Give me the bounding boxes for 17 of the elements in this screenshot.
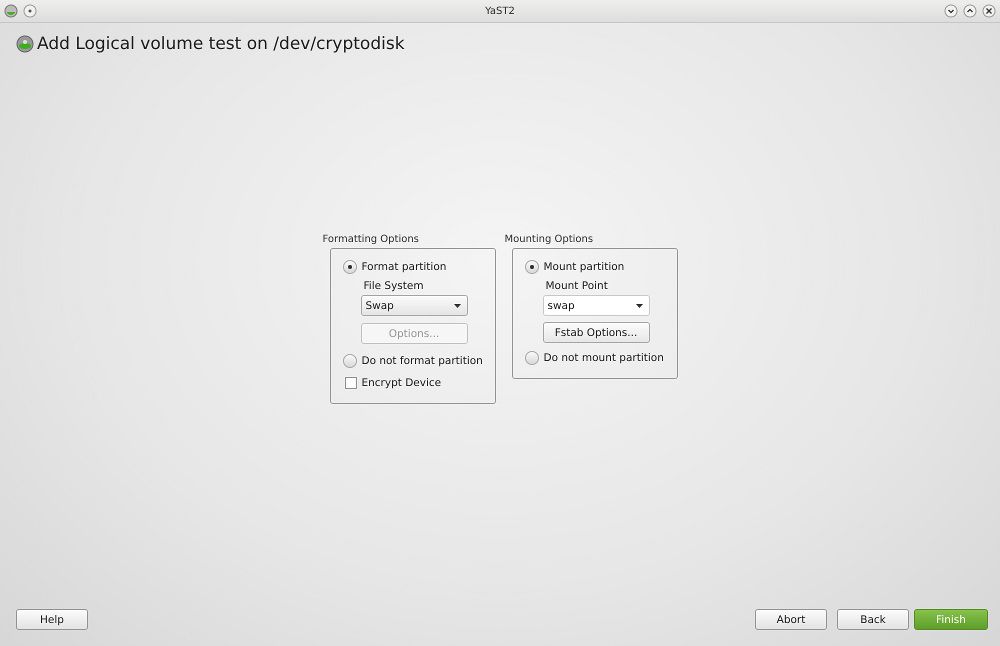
back-button[interactable]: Back [837,609,909,630]
page-heading: Add Logical volume test on /dev/cryptodisk [37,34,405,54]
file-system-dropdown[interactable]: Swap [360,295,468,316]
fstab-options-button[interactable]: Fstab Options... [542,322,650,343]
abort-button[interactable]: Abort [755,609,827,630]
radio-label: Do not mount partition [544,352,664,364]
checkbox-label: Encrypt Device [362,377,442,389]
field-label: File System [364,280,425,292]
radio-label: Format partition [362,261,446,273]
help-button[interactable]: Help [16,609,88,630]
group-title: Mounting Options [504,234,594,247]
field-label: Mount Point [546,280,609,292]
radio-label: Mount partition [544,261,624,273]
mount-point-combobox[interactable]: swap [542,295,650,316]
radio-label: Do not format partition [362,355,483,367]
group-title: Formatting Options [322,234,420,247]
window-title: YaST2 [484,6,516,16]
